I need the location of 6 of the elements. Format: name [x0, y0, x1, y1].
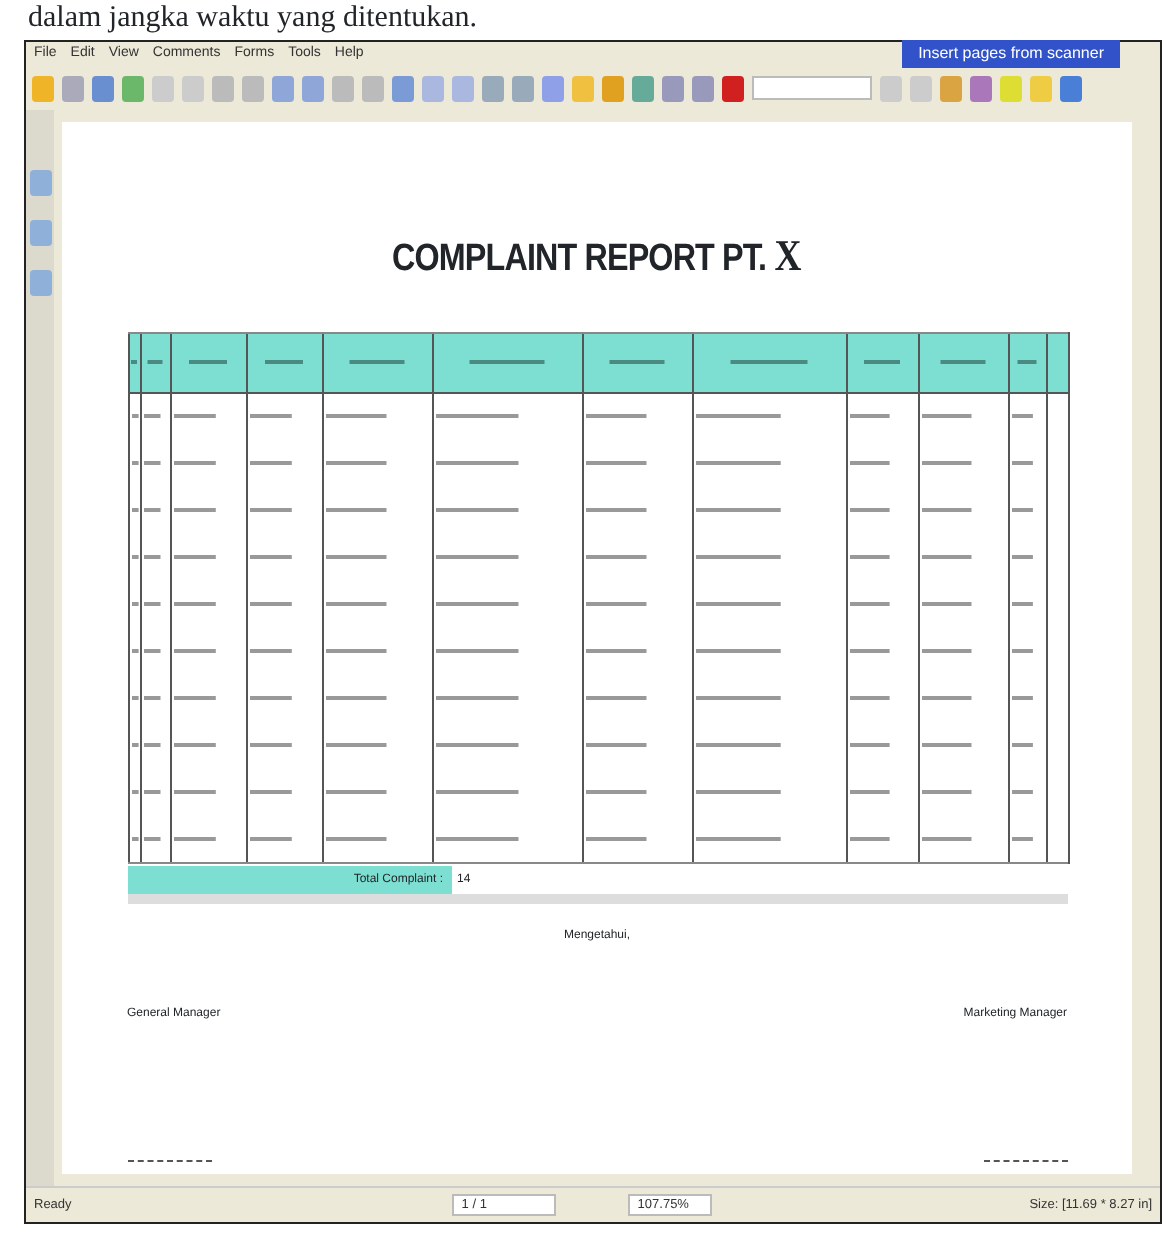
caption-text: dalam jangka waktu yang ditentukan.: [26, 0, 480, 36]
signature-line: [127, 1159, 211, 1161]
search-field[interactable]: [752, 76, 872, 100]
report-title: COMPLAINT REPORT PT. X: [392, 228, 802, 284]
signature-line: [983, 1159, 1067, 1161]
scanner-banner[interactable]: Insert pages from scanner: [902, 40, 1120, 68]
